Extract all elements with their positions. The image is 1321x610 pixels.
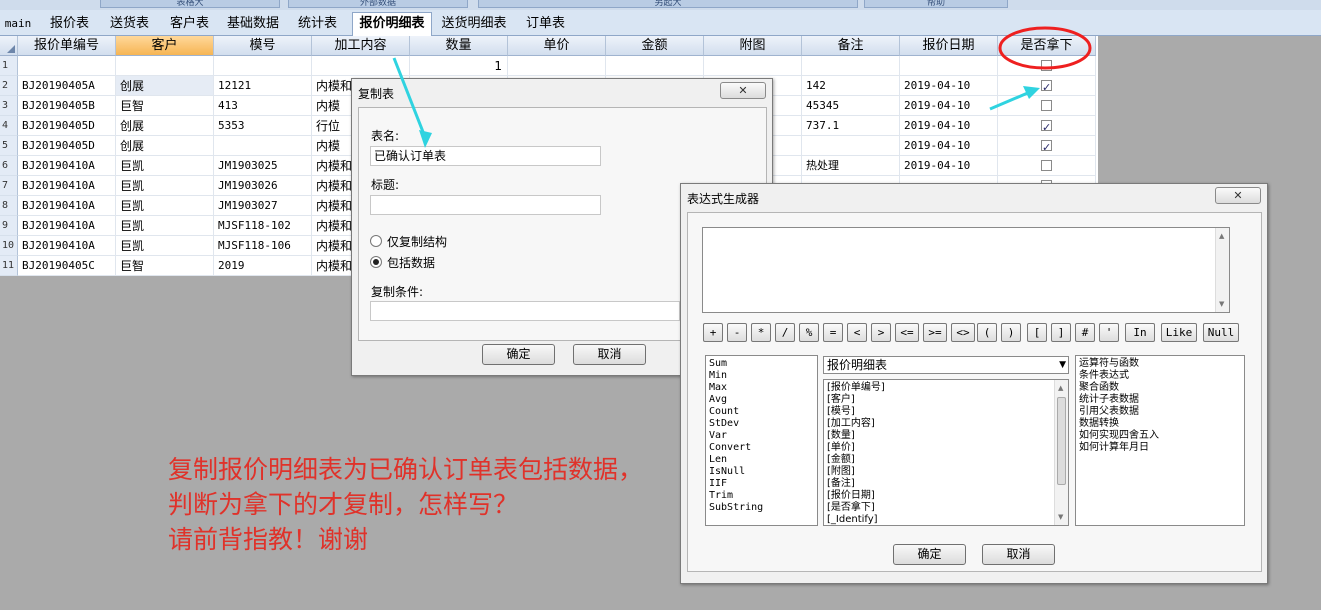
arrow-head xyxy=(419,130,432,148)
arrow-line xyxy=(392,57,427,138)
arrow-line xyxy=(989,90,1031,111)
annotation-overlay xyxy=(392,26,1092,148)
highlight-circle xyxy=(998,26,1092,70)
